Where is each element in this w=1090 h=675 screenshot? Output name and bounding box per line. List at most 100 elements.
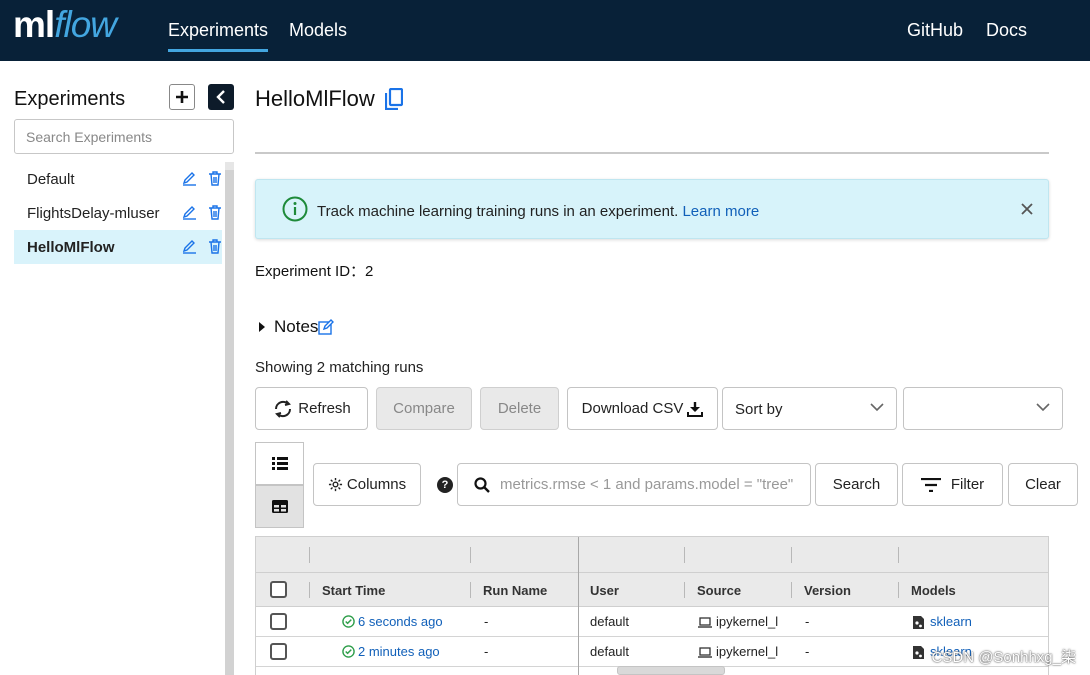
delete-button[interactable]: Delete — [480, 387, 559, 430]
edit-icon[interactable] — [182, 239, 197, 254]
table-icon — [271, 500, 288, 513]
close-banner-button[interactable] — [1020, 198, 1034, 220]
refresh-icon — [275, 399, 292, 418]
run-start-time-link[interactable]: 2 minutes ago — [358, 644, 440, 659]
edit-icon[interactable] — [182, 205, 197, 220]
refresh-button[interactable]: Refresh — [255, 387, 368, 430]
pinned-column-divider — [578, 537, 579, 675]
banner-message: Track machine learning training runs in … — [317, 203, 679, 220]
columns-label: Columns — [346, 476, 407, 493]
chevron-left-icon — [216, 90, 225, 104]
compare-button[interactable]: Compare — [376, 387, 472, 430]
list-icon — [271, 457, 288, 470]
run-model-link[interactable]: sklearn — [930, 614, 972, 629]
run-user: default — [590, 644, 630, 659]
top-navbar: mlflow Experiments Models GitHub Docs — [0, 0, 1090, 61]
table-view-button[interactable] — [255, 485, 304, 528]
table-row[interactable]: 6 seconds ago - default ipykernel_l - sk… — [256, 607, 1048, 637]
add-experiment-button[interactable] — [169, 84, 195, 110]
filter-icon — [920, 477, 941, 492]
clear-button[interactable]: Clear — [1008, 463, 1078, 506]
runs-search-box[interactable] — [457, 463, 811, 506]
row-checkbox[interactable] — [270, 643, 287, 660]
column-source[interactable]: Source — [697, 583, 741, 598]
row-checkbox[interactable] — [270, 613, 287, 630]
model-icon — [913, 616, 924, 629]
experiment-list: Default FlightsDelay-mluser HelloMlFlow — [14, 162, 222, 264]
experiments-sidebar: Experiments Default FlightsDelay-mluser … — [0, 61, 236, 675]
check-circle-icon — [342, 645, 355, 658]
table-horizontal-scrollbar[interactable] — [617, 666, 725, 675]
notes-toggle[interactable]: Notes — [258, 317, 335, 337]
experiment-id: Experiment ID：2 — [255, 260, 373, 281]
sort-order-select[interactable] — [903, 387, 1063, 430]
sidebar-item-label: Default — [27, 170, 75, 188]
download-csv-button[interactable]: Download CSV — [567, 387, 718, 430]
logo-ml: ml — [13, 4, 55, 45]
sidebar-scrollbar[interactable] — [225, 162, 234, 675]
runs-search-input[interactable] — [500, 465, 800, 504]
edit-icon[interactable] — [182, 171, 197, 186]
list-view-button[interactable] — [255, 442, 304, 485]
run-start-time-link[interactable]: 6 seconds ago — [358, 614, 443, 629]
info-icon — [282, 196, 308, 222]
download-icon — [687, 401, 704, 417]
sidebar-title: Experiments — [14, 88, 126, 110]
caret-right-icon — [259, 322, 265, 332]
sidebar-item-default[interactable]: Default — [14, 162, 222, 196]
refresh-label: Refresh — [298, 400, 351, 417]
nav-models[interactable]: Models — [289, 20, 347, 41]
select-all-checkbox[interactable] — [270, 581, 287, 598]
trash-icon[interactable] — [208, 205, 222, 220]
gear-icon — [328, 477, 342, 492]
search-experiments-input[interactable] — [14, 119, 234, 154]
experiment-id-value: 2 — [365, 263, 374, 280]
table-header: Start Time Run Name User Source Version … — [256, 573, 1048, 607]
columns-button[interactable]: Columns — [313, 463, 421, 506]
search-help-icon[interactable]: ? — [437, 477, 453, 493]
run-version: - — [805, 644, 810, 659]
column-start-time[interactable]: Start Time — [322, 583, 385, 598]
close-icon — [1021, 203, 1033, 215]
learn-more-link[interactable]: Learn more — [682, 203, 759, 220]
chevron-down-icon — [870, 403, 884, 412]
trash-icon[interactable] — [208, 171, 222, 186]
run-source: ipykernel_l — [716, 614, 779, 629]
runs-table: Start Time Run Name User Source Version … — [255, 536, 1049, 675]
copy-icon[interactable] — [384, 88, 403, 110]
sidebar-scrollbar-thumb[interactable] — [225, 170, 234, 675]
search-button[interactable]: Search — [815, 463, 898, 506]
sidebar-item-hellomlflow[interactable]: HelloMlFlow — [14, 230, 222, 264]
column-version[interactable]: Version — [804, 583, 851, 598]
nav-docs[interactable]: Docs — [986, 20, 1027, 41]
nav-github[interactable]: GitHub — [907, 20, 963, 41]
experiment-id-label: Experiment ID： — [255, 263, 366, 280]
laptop-icon — [698, 617, 712, 628]
sidebar-item-flightsdelay[interactable]: FlightsDelay-mluser — [14, 196, 222, 230]
trash-icon[interactable] — [208, 239, 222, 254]
sort-by-label: Sort by — [735, 401, 783, 418]
plus-icon — [176, 91, 188, 103]
page-title: HelloMlFlow — [255, 86, 403, 112]
run-user: default — [590, 614, 630, 629]
title-divider — [255, 152, 1049, 154]
mlflow-logo[interactable]: mlflow — [13, 4, 117, 46]
experiment-name: HelloMlFlow — [255, 86, 375, 111]
filter-button[interactable]: Filter — [902, 463, 1003, 506]
collapse-sidebar-button[interactable] — [208, 84, 234, 110]
column-user[interactable]: User — [590, 583, 619, 598]
edit-notes-icon[interactable] — [318, 319, 335, 335]
run-source: ipykernel_l — [716, 644, 779, 659]
column-run-name[interactable]: Run Name — [483, 583, 547, 598]
table-row[interactable]: 2 minutes ago - default ipykernel_l - sk… — [256, 637, 1048, 667]
laptop-icon — [698, 647, 712, 658]
search-icon — [474, 477, 490, 493]
sort-by-select[interactable]: Sort by — [722, 387, 897, 430]
check-circle-icon — [342, 615, 355, 628]
filter-label: Filter — [950, 476, 985, 493]
sidebar-item-label: FlightsDelay-mluser — [27, 204, 160, 222]
model-icon — [913, 646, 924, 659]
run-version: - — [805, 614, 810, 629]
nav-experiments[interactable]: Experiments — [168, 20, 269, 52]
column-models[interactable]: Models — [911, 583, 956, 598]
